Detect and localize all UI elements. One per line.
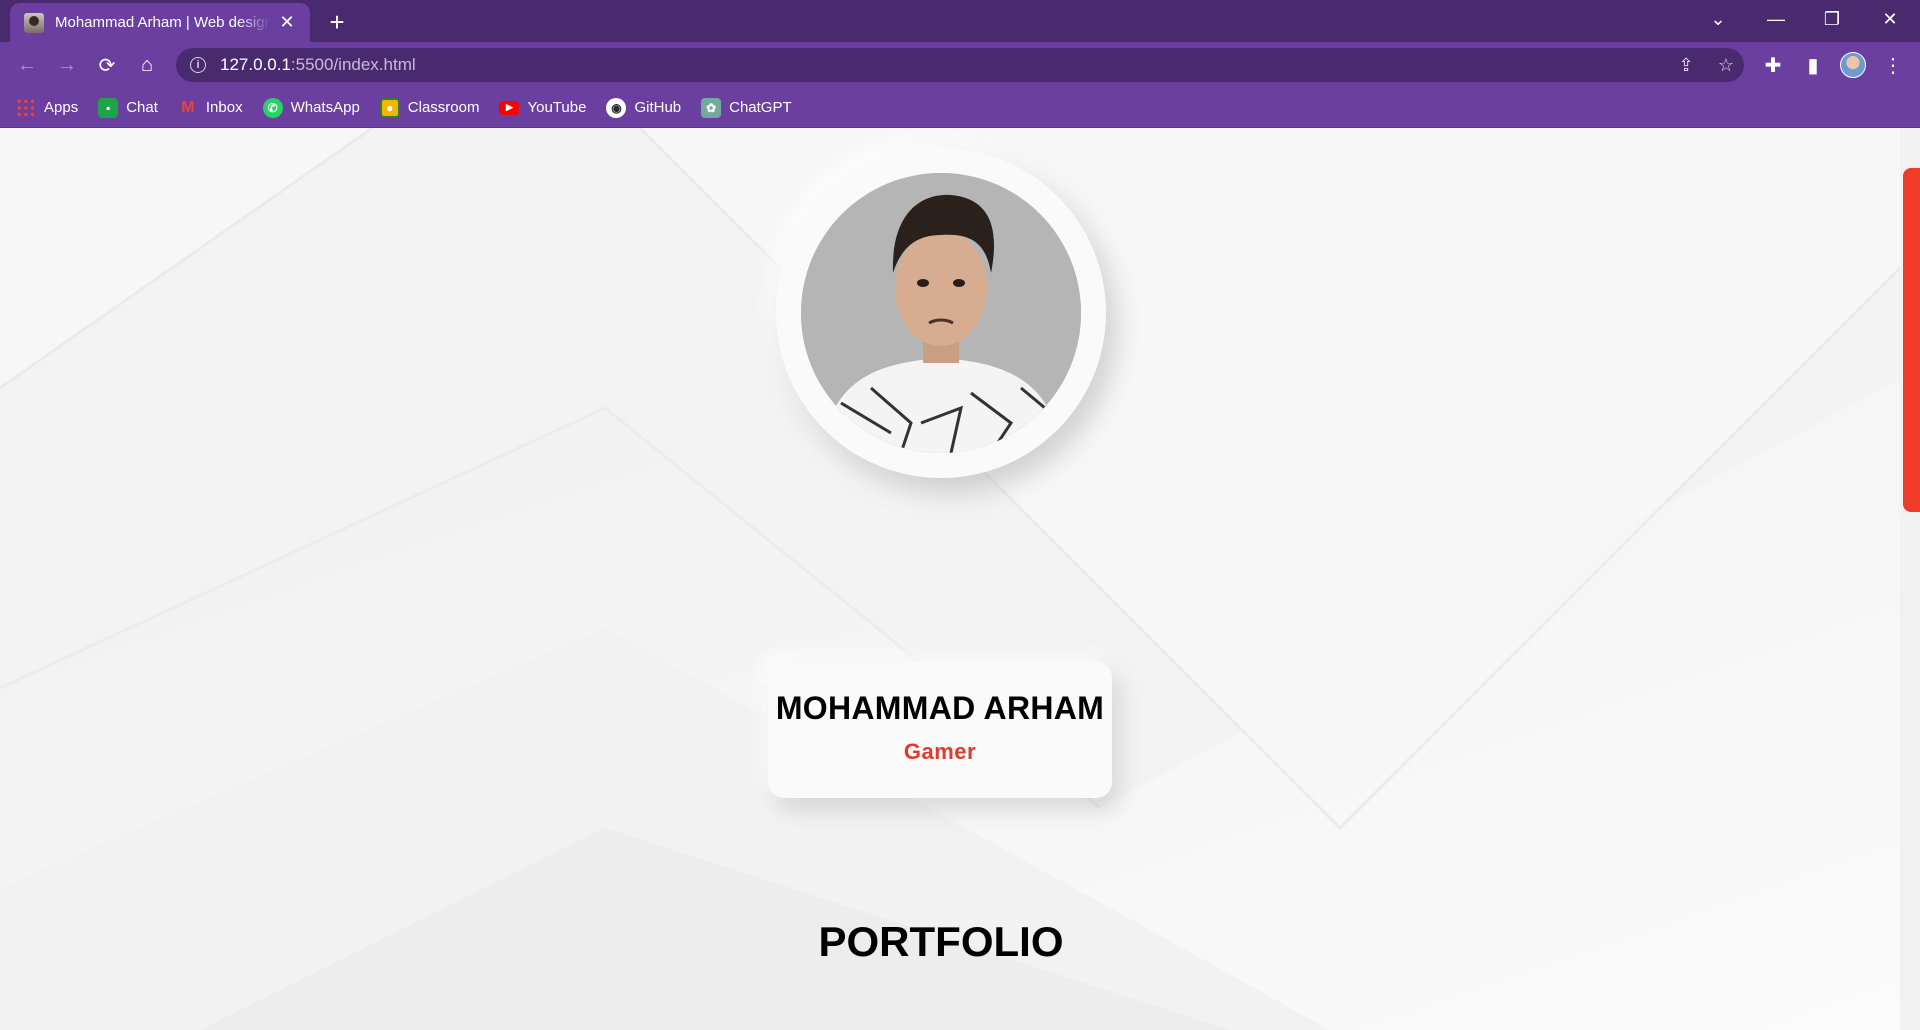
bookmark-label: Inbox xyxy=(205,99,243,116)
new-tab-button[interactable]: + xyxy=(322,8,352,36)
github-icon: ◉ xyxy=(606,97,627,118)
home-button[interactable]: ⌂ xyxy=(132,50,162,80)
bookmark-label: Apps xyxy=(44,99,79,116)
bookmark-label: YouTube xyxy=(527,99,587,116)
tab-strip: Mohammad Arham | Web designer ✕ + ⌄ — ❐ … xyxy=(0,0,1920,42)
profile-name-card: MOHAMMAD ARHAM Gamer xyxy=(768,662,1112,798)
chatgpt-icon: ✿ xyxy=(701,97,722,118)
profile-avatar[interactable] xyxy=(1840,52,1866,78)
forward-button[interactable]: → xyxy=(52,50,82,80)
bookmark-label: ChatGPT xyxy=(729,99,792,116)
browser-menu-icon[interactable]: ⋮ xyxy=(1878,50,1908,80)
bookmarks-bar: Apps ▪ Chat M Inbox ✆ WhatsApp ● Classro… xyxy=(0,88,1920,128)
bookmark-whatsapp[interactable]: ✆ WhatsApp xyxy=(262,97,360,118)
bookmark-apps[interactable]: Apps xyxy=(16,97,79,118)
tab-search-chevron-icon[interactable]: ⌄ xyxy=(1690,0,1746,38)
bookmark-chat[interactable]: ▪ Chat xyxy=(98,97,158,118)
bookmark-youtube[interactable]: ▶ YouTube xyxy=(499,99,586,116)
person-portrait-icon xyxy=(801,173,1081,453)
close-window-button[interactable]: ✕ xyxy=(1862,0,1918,38)
back-button[interactable]: ← xyxy=(12,50,42,80)
browser-toolbar: ← → ⟳ ⌂ i 127.0.0.1:5500/index.html ⇪ ☆ … xyxy=(0,42,1920,88)
bookmark-label: WhatsApp xyxy=(290,99,360,116)
browser-tab[interactable]: Mohammad Arham | Web designer ✕ xyxy=(10,3,310,42)
bookmark-chatgpt[interactable]: ✿ ChatGPT xyxy=(701,97,792,118)
portfolio-heading: PORTFOLIO xyxy=(818,918,1064,965)
minimize-window-button[interactable]: — xyxy=(1748,0,1804,38)
page-viewport: MOHAMMAD ARHAM Gamer PORTFOLIO xyxy=(0,128,1920,1030)
site-info-icon[interactable]: i xyxy=(190,57,206,73)
bookmark-github[interactable]: ◉ GitHub xyxy=(606,97,682,118)
gmail-icon: M xyxy=(181,98,195,116)
youtube-icon: ▶ xyxy=(499,100,520,115)
restore-window-button[interactable]: ❐ xyxy=(1804,0,1860,38)
bookmark-label: Classroom xyxy=(407,99,480,116)
share-icon[interactable]: ⇪ xyxy=(1674,53,1698,77)
url-host: 127.0.0.1 xyxy=(220,55,291,74)
bookmark-inbox[interactable]: M Inbox xyxy=(178,98,243,118)
apps-grid-icon xyxy=(16,97,36,118)
side-panel-icon[interactable]: ▮ xyxy=(1798,50,1828,80)
profile-role: Gamer xyxy=(903,739,977,764)
profile-name: MOHAMMAD ARHAM xyxy=(775,690,1105,726)
profile-photo-frame xyxy=(776,148,1106,478)
site-favicon-icon xyxy=(24,12,44,33)
bookmark-label: Chat xyxy=(126,99,158,116)
extensions-puzzle-icon[interactable]: ✚ xyxy=(1758,50,1788,80)
url-path: :5500/index.html xyxy=(290,55,416,74)
bookmark-star-icon[interactable]: ☆ xyxy=(1714,53,1738,77)
bookmark-classroom[interactable]: ● Classroom xyxy=(379,97,480,118)
profile-photo xyxy=(801,173,1081,453)
reload-button[interactable]: ⟳ xyxy=(92,50,122,80)
close-tab-icon[interactable]: ✕ xyxy=(276,12,298,34)
address-bar[interactable]: i 127.0.0.1:5500/index.html ⇪ ☆ xyxy=(176,48,1744,82)
bookmark-label: GitHub xyxy=(634,99,682,116)
classroom-icon: ● xyxy=(379,97,400,118)
page-scrollbar-thumb[interactable] xyxy=(1903,168,1920,512)
whatsapp-icon: ✆ xyxy=(262,97,283,118)
google-chat-icon: ▪ xyxy=(98,97,119,118)
tab-title: Mohammad Arham | Web designer xyxy=(55,14,270,31)
